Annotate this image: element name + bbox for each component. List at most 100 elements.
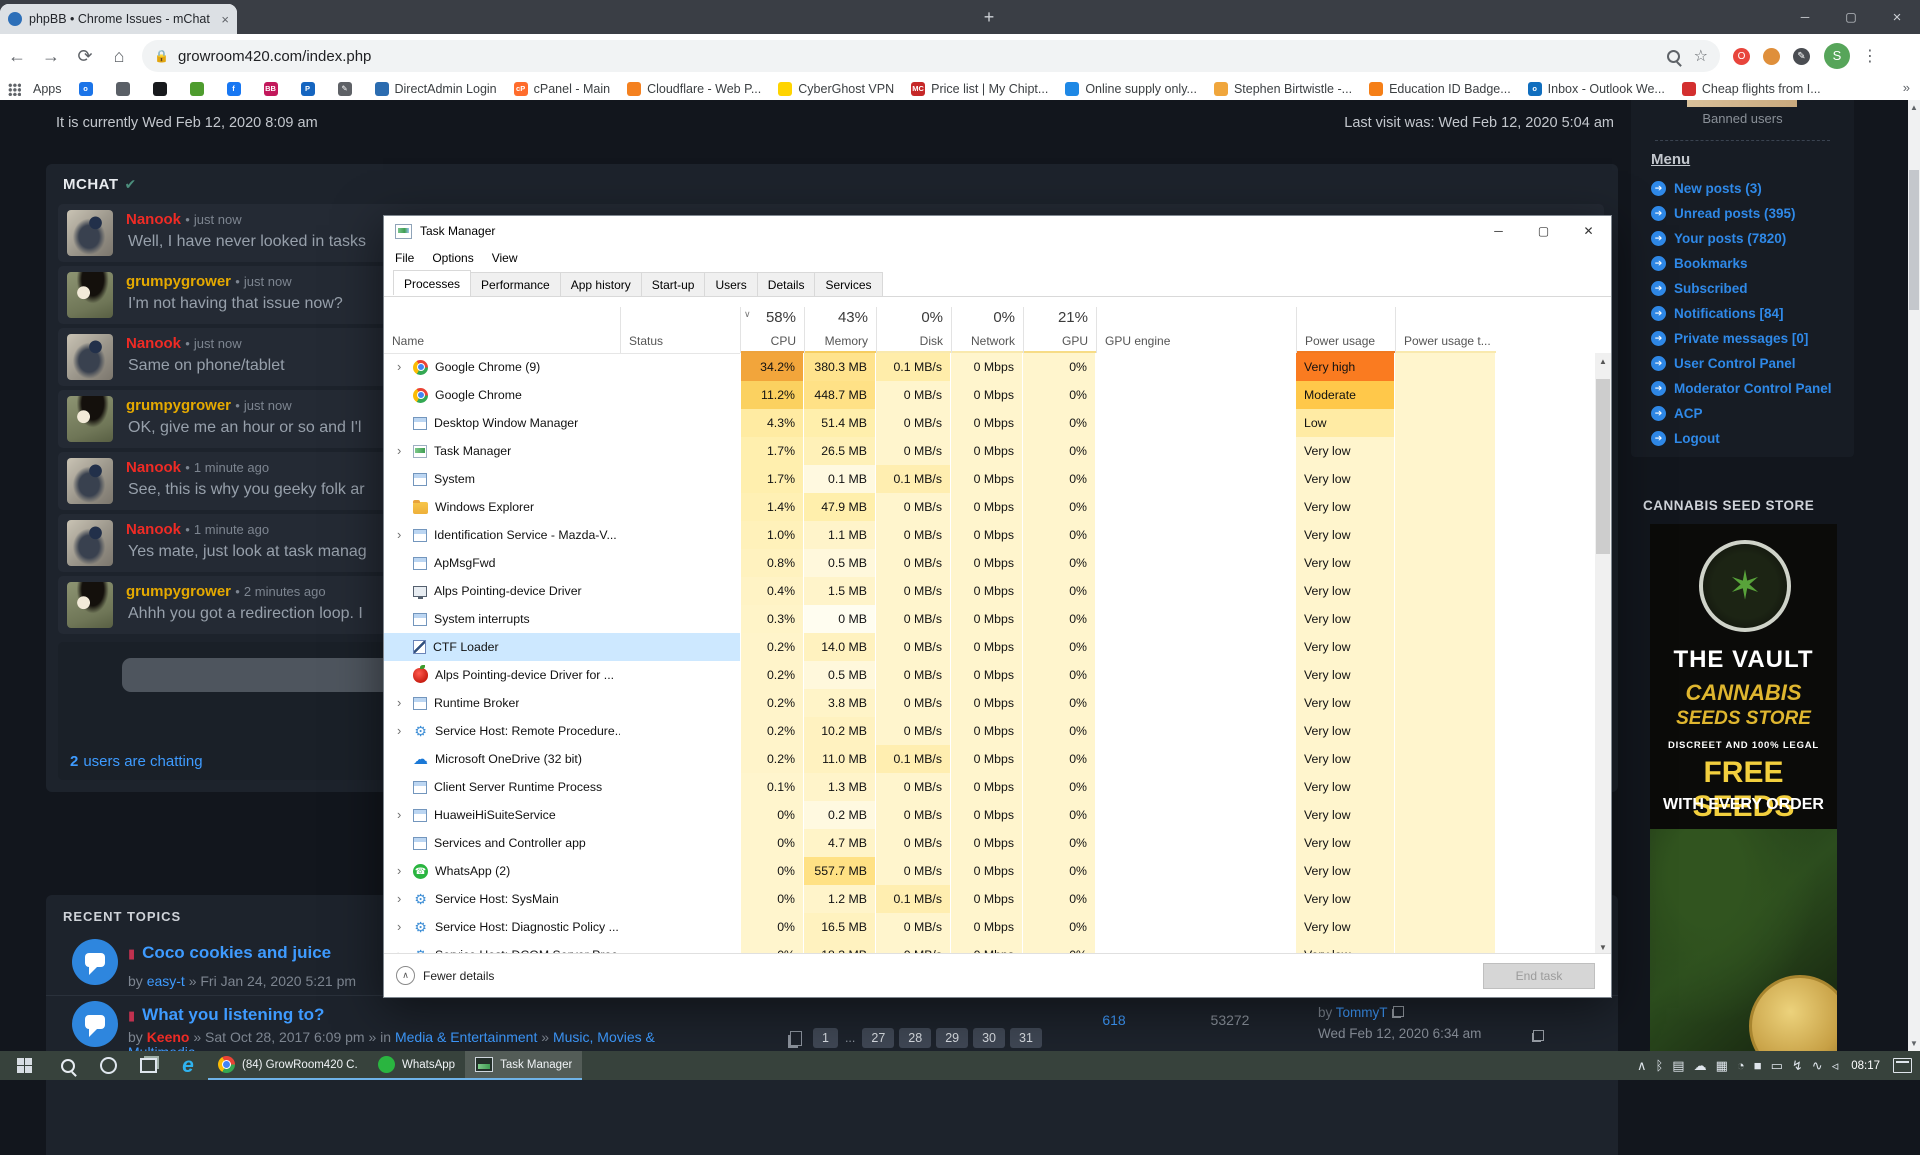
tray-icon[interactable]: ◃ [1832,1051,1839,1080]
author-link[interactable]: Keeno [147,1029,190,1045]
tm-tab[interactable]: Details [757,272,816,296]
goto-post-icon[interactable] [1393,1006,1404,1017]
tray-icon[interactable]: ∿ [1812,1051,1823,1080]
extension-icon[interactable]: ✎ [1793,48,1810,65]
fewer-details-button[interactable]: ∧ Fewer details [396,966,494,985]
page-scrollbar[interactable]: ▲ ▼ [1908,100,1920,1051]
tm-tab[interactable]: App history [560,272,642,296]
process-row[interactable]: › Google Chrome (9) 34.2% 380.3 MB 0.1 M… [384,353,1597,381]
taskbar-app-button[interactable]: (84) GrowRoom420 C... [208,1051,368,1080]
sidebar-menu-item[interactable]: ➔ Private messages [0] [1651,331,1832,346]
bookmark-item[interactable] [153,82,173,96]
sidebar-menu-item[interactable]: ➔ ACP [1651,406,1832,421]
process-row[interactable]: Client Server Runtime Process 0.1% 1.3 M… [384,773,1597,801]
expand-chevron-icon[interactable]: › [397,353,413,381]
browser-menu-icon[interactable]: ⋮ [1862,46,1878,66]
extension-icon[interactable]: O [1733,48,1750,65]
process-row[interactable]: › ⚙ Service Host: Diagnostic Policy ... … [384,913,1597,941]
tm-title-bar[interactable]: Task Manager ─ ▢ ✕ [384,216,1611,246]
process-row[interactable]: System interrupts 0.3% 0 MB 0 MB/s 0 Mbp… [384,605,1597,633]
chat-username[interactable]: grumpygrower [126,583,231,600]
sidebar-menu-item[interactable]: ➔ Subscribed [1651,281,1832,296]
zoom-icon[interactable] [1667,50,1680,63]
process-row[interactable]: Alps Pointing-device Driver for ... 0.2%… [384,661,1597,689]
sidebar-menu-item[interactable]: ➔ Your posts (7820) [1651,231,1832,246]
page-number-button[interactable]: 29 [936,1028,968,1048]
process-row[interactable]: › Runtime Broker 0.2% 3.8 MB 0 MB/s 0 Mb… [384,689,1597,717]
tm-minimize-button[interactable]: ─ [1476,216,1521,246]
sidebar-menu-item[interactable]: ➔ Notifications [84] [1651,306,1832,321]
tray-icon[interactable]: ▦ [1716,1051,1728,1080]
page-number-button[interactable]: 31 [1010,1028,1042,1048]
tray-icon[interactable]: ◔ [1737,1051,1745,1080]
reload-icon[interactable]: ⟳ [68,46,102,67]
tray-icon[interactable]: ᛒ [1655,1051,1663,1080]
chat-username[interactable]: grumpygrower [126,273,231,290]
edge-button[interactable]: e [168,1051,208,1080]
sidebar-menu-item[interactable]: ➔ Moderator Control Panel [1651,381,1832,396]
lastpost-author-link[interactable]: TommyT [1336,1005,1388,1020]
seed-store-ad[interactable]: ✶ THE VAULT CANNABIS SEEDS STORE DISCREE… [1650,524,1837,1051]
col-power-trend[interactable]: Power usage t... [1395,307,1496,353]
scroll-up-icon[interactable]: ▲ [1908,103,1920,112]
pages-end-icon[interactable] [1533,1030,1544,1041]
page-number-button[interactable]: 28 [899,1028,931,1048]
process-row[interactable]: › ⚙ Service Host: SysMain 0% 1.2 MB 0.1 … [384,885,1597,913]
tray-icon[interactable]: ∧ [1637,1051,1647,1080]
tm-tab[interactable]: Performance [470,272,561,296]
window-close-button[interactable]: × [1874,0,1920,34]
page-number-button[interactable]: ... [843,1028,857,1048]
bookmark-item[interactable]: cP cPanel - Main [514,82,610,96]
page-number-button[interactable]: 30 [973,1028,1005,1048]
expand-chevron-icon[interactable]: › [397,437,413,465]
col-disk[interactable]: 0%Disk [876,307,951,353]
col-gpu-engine[interactable]: GPU engine [1096,307,1296,353]
taskbar-clock[interactable]: 08:17 [1851,1060,1880,1072]
tray-icon[interactable]: ↯ [1792,1051,1803,1080]
tm-menu-item[interactable]: Options [423,251,482,265]
bookmark-item[interactable]: o [79,82,99,96]
topic-title[interactable]: ▮What you listening to? [128,1005,324,1025]
process-row[interactable]: Desktop Window Manager 4.3% 51.4 MB 0 MB… [384,409,1597,437]
col-name[interactable]: Name [384,307,620,353]
bookmarks-overflow-icon[interactable]: » [1903,80,1910,95]
sidebar-menu-item[interactable]: ➔ User Control Panel [1651,356,1832,371]
process-row[interactable]: › Identification Service - Mazda-V... 1.… [384,521,1597,549]
scrollbar-thumb[interactable] [1909,170,1919,310]
col-network[interactable]: 0%Network [951,307,1023,353]
profile-avatar[interactable]: S [1824,43,1850,69]
start-button[interactable] [0,1051,48,1080]
bookmark-item[interactable]: Stephen Birtwistle -... [1214,82,1352,96]
tray-icon[interactable]: ▤ [1672,1051,1684,1080]
taskbar-app-button[interactable]: WhatsApp [368,1051,465,1080]
chat-username[interactable]: grumpygrower [126,397,231,414]
bookmark-item[interactable]: f [227,82,247,96]
topic-title[interactable]: ▮Coco cookies and juice [128,943,331,963]
extension-icon[interactable] [1763,48,1780,65]
col-power-usage[interactable]: Power usage [1296,307,1395,353]
tray-icon[interactable]: ■ [1754,1051,1762,1080]
expand-chevron-icon[interactable]: › [397,885,413,913]
tm-maximize-button[interactable]: ▢ [1521,216,1566,246]
task-view-button[interactable] [128,1051,168,1080]
address-bar[interactable]: 🔒 growroom420.com/index.php ☆ [142,40,1720,72]
tray-icon[interactable]: ☁ [1694,1051,1707,1080]
tm-close-button[interactable]: ✕ [1566,216,1611,246]
page-number-button[interactable]: 27 [862,1028,894,1048]
sidebar-menu-item[interactable]: ➔ New posts (3) [1651,181,1832,196]
process-row[interactable]: › ☎ WhatsApp (2) 0% 557.7 MB 0 MB/s 0 Mb… [384,857,1597,885]
col-status[interactable]: Status [620,307,740,353]
expand-chevron-icon[interactable]: › [397,857,413,885]
bookmark-item[interactable] [190,82,210,96]
process-row[interactable]: System 1.7% 0.1 MB 0.1 MB/s 0 Mbps 0% Ve… [384,465,1597,493]
chat-username[interactable]: Nanook [126,459,181,476]
category-link[interactable]: Media & Entertainment [395,1029,537,1045]
tm-scrollbar[interactable]: ▲ ▼ [1595,353,1611,956]
bookmark-item[interactable]: Cloudflare - Web P... [627,82,761,96]
sidebar-menu-item[interactable]: ➔ Bookmarks [1651,256,1832,271]
scroll-down-icon[interactable]: ▼ [1908,1039,1920,1048]
url-text[interactable]: growroom420.com/index.php [178,48,1667,65]
process-row[interactable]: › ⚙ Service Host: Remote Procedure... 0.… [384,717,1597,745]
apps-grid-icon[interactable] [8,83,21,96]
scroll-up-icon[interactable]: ▲ [1595,357,1611,366]
